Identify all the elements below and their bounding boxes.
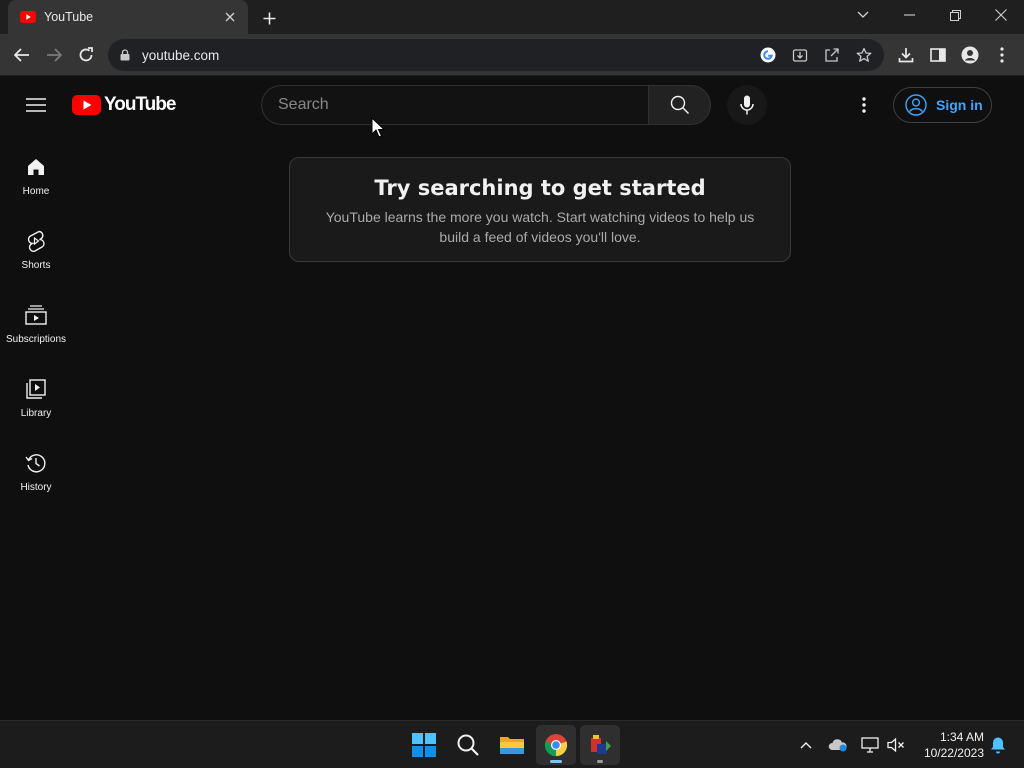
forward-arrow-icon[interactable] <box>40 41 68 69</box>
youtube-header: YouTube Sign in <box>0 77 1024 133</box>
file-explorer-button[interactable] <box>492 725 532 765</box>
guide-item-label: History <box>20 482 52 493</box>
profile-icon[interactable] <box>956 41 984 69</box>
home-icon <box>24 155 48 179</box>
guide-sidebar: Home Shorts Subscriptions Library Histor… <box>0 133 72 503</box>
minimize-button[interactable] <box>886 0 932 30</box>
youtube-logo[interactable]: YouTube <box>72 94 176 116</box>
clock-date: 10/22/2023 <box>923 746 984 760</box>
guide-item-label: Library <box>20 408 52 419</box>
guide-item-label: Home <box>22 186 50 197</box>
lock-icon[interactable] <box>120 48 134 62</box>
address-bar[interactable]: youtube.com <box>108 39 884 71</box>
close-tab-icon[interactable] <box>222 9 238 25</box>
settings-more-icon[interactable] <box>852 93 876 117</box>
screen: YouTube youtube.com YouTube Search Sign … <box>0 0 1024 768</box>
search-input[interactable] <box>278 96 648 114</box>
app-icon <box>591 735 611 754</box>
bookmark-star-icon[interactable] <box>854 45 874 65</box>
side-panel-icon[interactable] <box>924 41 952 69</box>
tab-search-chevron-icon[interactable] <box>840 0 886 30</box>
tab-title: YouTube <box>44 10 94 24</box>
clock-time: 1:34 AM <box>939 730 984 744</box>
sign-in-button[interactable]: Sign in <box>893 87 992 123</box>
folder-icon <box>500 737 524 754</box>
app-taskbar-button[interactable] <box>580 725 620 765</box>
guide-item-history[interactable]: History <box>0 429 72 503</box>
chrome-logo-icon <box>544 734 568 757</box>
guide-item-home[interactable]: Home <box>0 133 72 207</box>
windows-logo-icon <box>412 733 436 757</box>
youtube-logo-text: YouTube <box>104 94 176 115</box>
active-app-indicator <box>550 760 562 763</box>
mouse-cursor-icon <box>371 117 385 138</box>
search-box[interactable] <box>261 85 648 125</box>
close-window-button[interactable] <box>978 0 1024 30</box>
system-clock[interactable]: 1:34 AM 10/22/2023 <box>912 729 984 761</box>
share-icon[interactable] <box>822 45 842 65</box>
chrome-taskbar-button[interactable] <box>536 725 576 765</box>
reload-icon[interactable] <box>72 41 100 69</box>
onedrive-icon[interactable] <box>828 735 848 755</box>
browser-toolbar: youtube.com <box>0 34 1024 76</box>
history-icon <box>24 451 48 475</box>
account-icon <box>905 93 929 117</box>
voice-search-button[interactable] <box>727 85 767 125</box>
running-app-indicator <box>597 760 603 763</box>
start-button[interactable] <box>404 725 444 765</box>
taskbar-search-button[interactable] <box>448 725 488 765</box>
back-arrow-icon[interactable] <box>8 41 36 69</box>
install-app-icon[interactable] <box>790 45 810 65</box>
guide-menu-icon[interactable] <box>20 89 52 121</box>
restore-button[interactable] <box>932 0 978 30</box>
sign-in-label: Sign in <box>936 97 983 113</box>
search-icon <box>457 734 479 756</box>
new-tab-button[interactable] <box>258 7 280 29</box>
guide-item-label: Shorts <box>21 260 51 271</box>
shorts-icon <box>24 229 48 253</box>
windows-taskbar: 1:34 AM 10/22/2023 <box>0 720 1024 768</box>
google-lens-icon[interactable] <box>758 45 778 65</box>
prompt-title: Try searching to get started <box>374 176 706 200</box>
volume-muted-icon[interactable] <box>886 735 906 755</box>
guide-item-library[interactable]: Library <box>0 355 72 429</box>
browser-tab-youtube[interactable]: YouTube <box>8 0 248 34</box>
library-icon <box>24 377 48 401</box>
guide-item-label: Subscriptions <box>5 334 67 345</box>
notification-bell-icon[interactable] <box>988 735 1008 755</box>
downloads-icon[interactable] <box>892 41 920 69</box>
empty-feed-prompt-card: Try searching to get started YouTube lea… <box>289 157 791 262</box>
network-icon[interactable] <box>860 735 880 755</box>
youtube-favicon-icon <box>20 9 36 25</box>
subscriptions-icon <box>24 303 48 327</box>
guide-item-subscriptions[interactable]: Subscriptions <box>0 281 72 355</box>
url-text: youtube.com <box>142 47 220 63</box>
search-icon <box>670 95 689 114</box>
browser-tab-strip: YouTube <box>0 0 1024 34</box>
prompt-subtitle: YouTube learns the more you watch. Start… <box>325 209 755 245</box>
microphone-icon <box>740 95 754 115</box>
search-button[interactable] <box>648 85 711 125</box>
browser-menu-icon[interactable] <box>988 41 1016 69</box>
guide-item-shorts[interactable]: Shorts <box>0 207 72 281</box>
show-hidden-icons-chevron-icon[interactable] <box>796 735 816 755</box>
youtube-play-logo-icon <box>72 95 101 115</box>
